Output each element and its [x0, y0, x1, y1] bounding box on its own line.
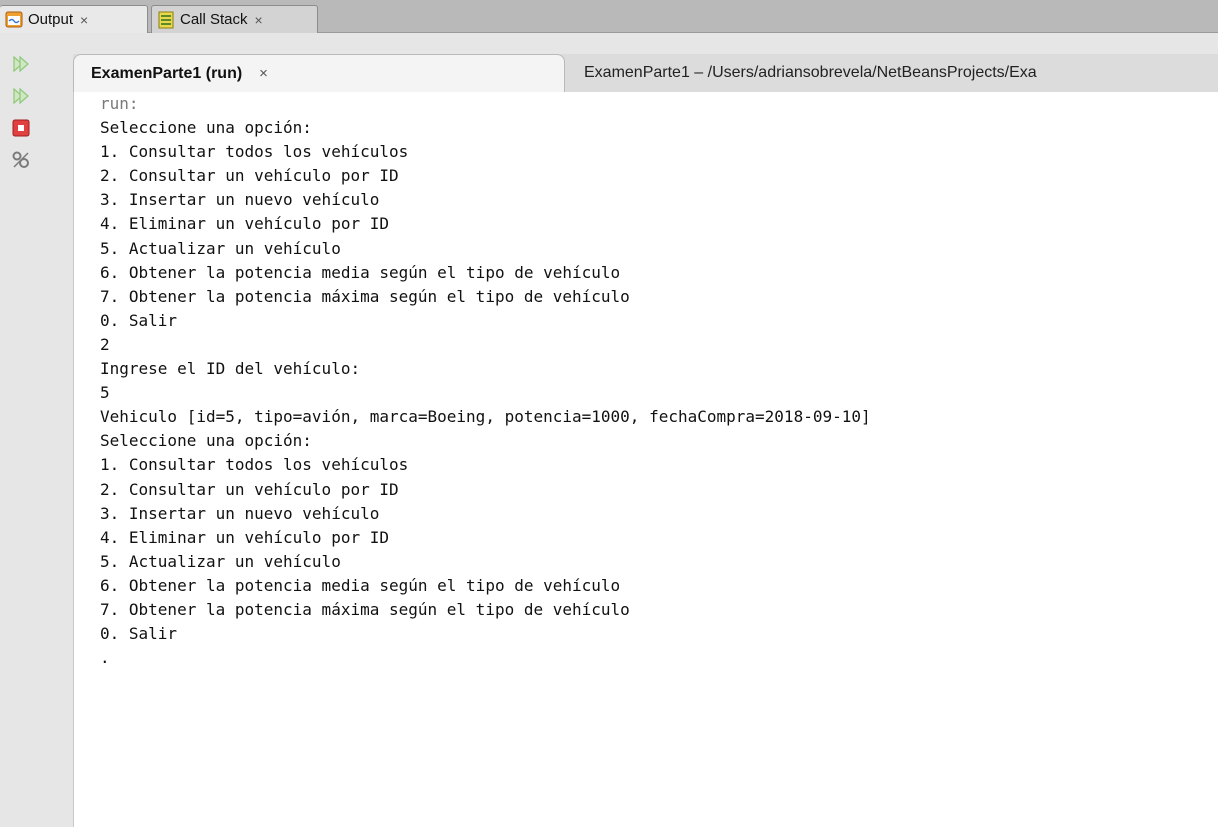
console-line: 2. Consultar un vehículo por ID [100, 166, 399, 186]
output-window-tabbar: Output × Call Stack × [0, 0, 1218, 33]
console-lines: run: Seleccione una opción: 1. Consultar t… [100, 92, 871, 670]
call-stack-icon [156, 10, 176, 30]
console-line: 2 [100, 334, 110, 354]
tab-examenparte1-run[interactable]: ExamenParte1 (run) × [73, 54, 565, 92]
console-line: Seleccione una opción: [100, 431, 312, 451]
close-icon[interactable]: × [80, 12, 88, 28]
tab-output-label: Output [28, 11, 74, 28]
output-toolbar [0, 34, 42, 827]
console-line: run: [100, 94, 139, 113]
console-line: 5. Actualizar un vehículo [100, 551, 341, 571]
output-window-icon [4, 10, 24, 30]
tab-output[interactable]: Output × [0, 5, 148, 33]
console-line: 4. Eliminar un vehículo por ID [100, 214, 389, 234]
close-icon[interactable]: × [259, 65, 268, 82]
rerun-icon[interactable] [11, 54, 31, 74]
console-line: 5 [100, 383, 110, 403]
console-line: 2. Consultar un vehículo por ID [100, 479, 399, 499]
console-line: 1. Consultar todos los vehículos [100, 455, 409, 475]
session-tab-label: ExamenParte1 (run) [91, 64, 243, 82]
console-line: 0. Salir [100, 624, 178, 644]
console-line: 4. Eliminar un vehículo por ID [100, 527, 389, 547]
console-line: Vehiculo [id=5, tipo=avión, marca=Boeing… [100, 407, 871, 427]
tab-call-stack[interactable]: Call Stack × [151, 5, 318, 33]
console-line: Seleccione una opción: [100, 118, 312, 138]
close-icon[interactable]: × [255, 12, 263, 28]
run-session-tabbar: ExamenParte1 (run) × ExamenParte1 – /Use… [73, 54, 1218, 92]
console-line: 7. Obtener la potencia máxima según el t… [100, 599, 630, 619]
console-line: 1. Consultar todos los vehículos [100, 142, 409, 162]
console-line: 5. Actualizar un vehículo [100, 238, 341, 258]
console-line: 6. Obtener la potencia media según el ti… [100, 262, 621, 282]
console-line: 6. Obtener la potencia media según el ti… [100, 575, 621, 595]
rerun-with-options-icon[interactable] [11, 86, 31, 106]
console-line: Ingrese el ID del vehículo: [100, 359, 361, 379]
tab-call-stack-label: Call Stack [180, 11, 248, 28]
console-line: 7. Obtener la potencia máxima según el t… [100, 286, 630, 306]
console-line: . [100, 648, 110, 668]
stop-icon[interactable] [11, 118, 31, 138]
console-line: 3. Insertar un nuevo vehículo [100, 190, 380, 210]
console-output[interactable]: run: Seleccione una opción: 1. Consultar t… [73, 92, 1218, 827]
console-line: 3. Insertar un nuevo vehículo [100, 503, 380, 523]
console-line: 0. Salir [100, 310, 178, 330]
settings-icon[interactable] [11, 150, 31, 170]
project-path: ExamenParte1 – /Users/adriansobrevela/Ne… [584, 64, 1037, 81]
